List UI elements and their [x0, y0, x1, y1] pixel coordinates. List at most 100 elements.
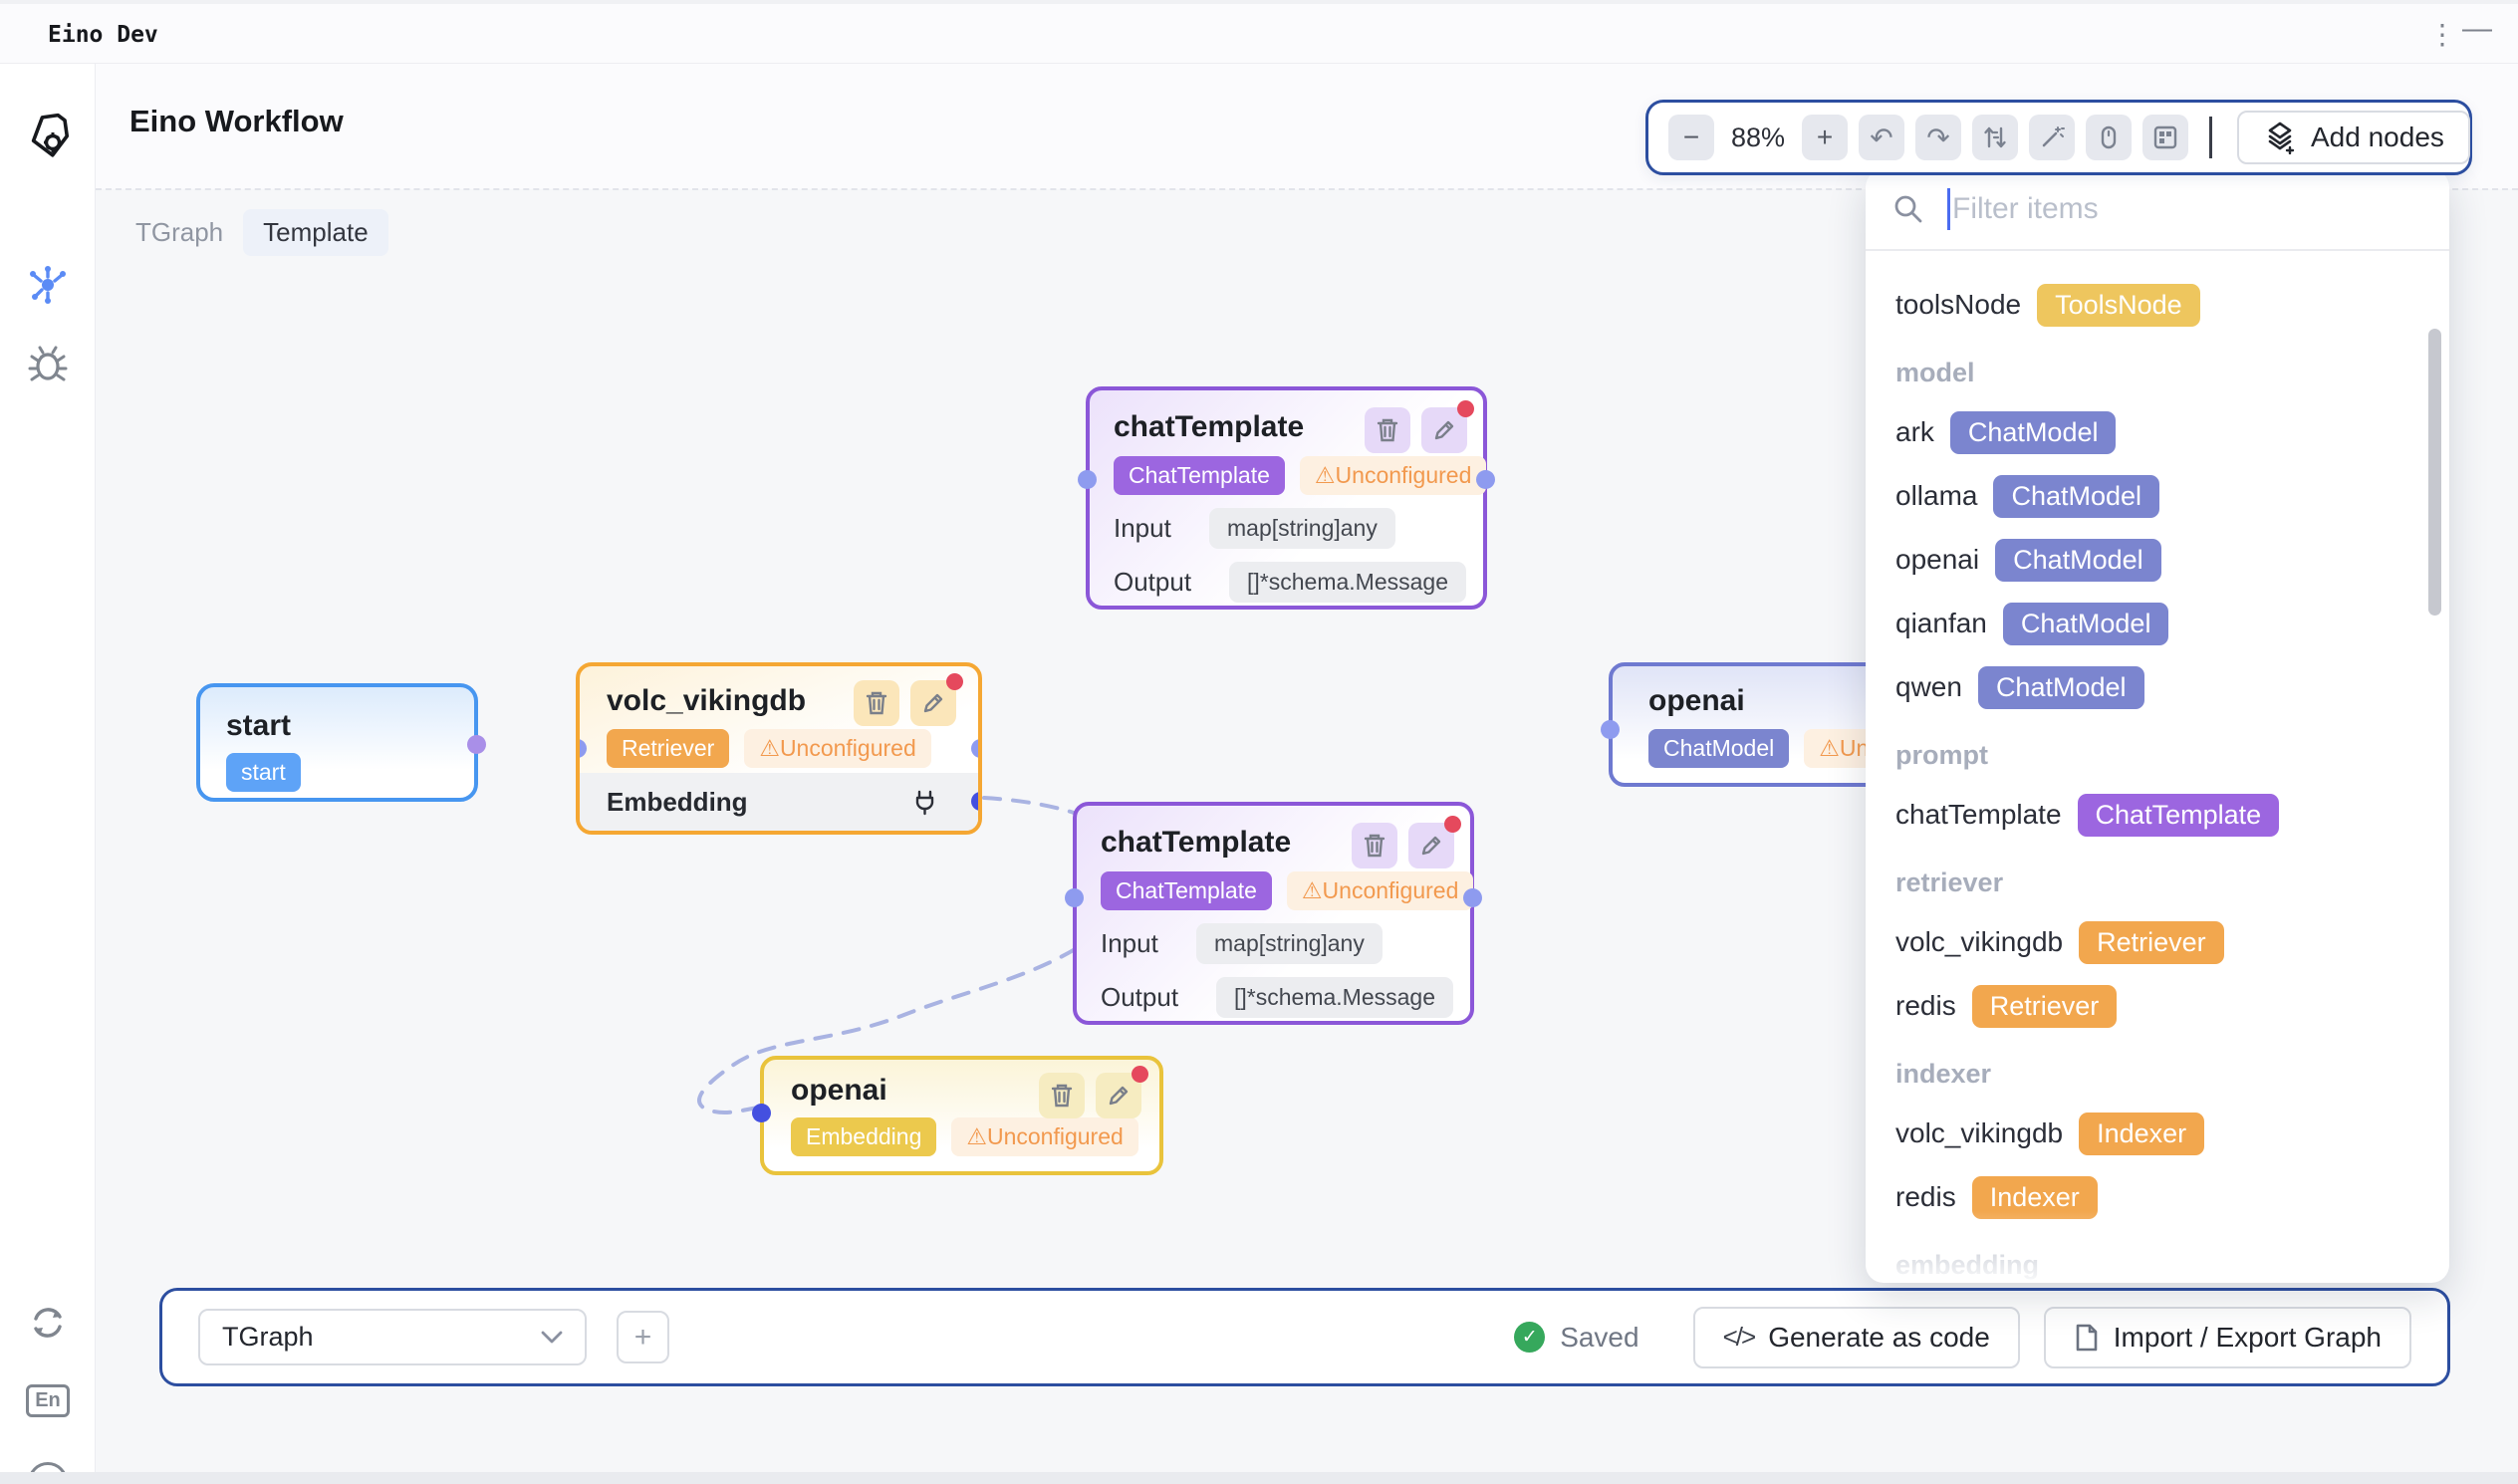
- edit-node-button[interactable]: [910, 680, 956, 726]
- plus-icon: +: [1817, 122, 1833, 153]
- refresh-button[interactable]: [0, 1297, 96, 1349]
- magic-wand-button[interactable]: [2029, 115, 2075, 160]
- auto-layout-button[interactable]: [1972, 115, 2018, 160]
- node-type-badge: Embedding: [791, 1117, 936, 1156]
- embedding-slot-row[interactable]: Embedding: [580, 773, 978, 831]
- plug-icon: [911, 789, 938, 816]
- warning-icon: ⚠: [1819, 735, 1840, 761]
- undo-button[interactable]: ↶: [1859, 115, 1904, 160]
- delete-node-button[interactable]: [1039, 1073, 1085, 1118]
- code-icon: </>: [1723, 1322, 1755, 1353]
- status-badge: ⚠Unconfigured: [951, 1117, 1137, 1156]
- output-port[interactable]: [467, 735, 486, 754]
- type-badge: ChatModel: [1950, 411, 2117, 454]
- left-sidebar: En ?: [0, 64, 96, 1472]
- input-port[interactable]: [1078, 470, 1097, 489]
- embedding-input-port[interactable]: [752, 1104, 771, 1122]
- panel-scrollbar-thumb[interactable]: [2428, 329, 2441, 616]
- sidebar-item-workflow[interactable]: [0, 259, 96, 311]
- output-port[interactable]: [1463, 888, 1482, 907]
- node-chattemplate-1[interactable]: chatTemplate ChatTemplate ⚠Unconfigured …: [1086, 386, 1487, 610]
- trash-icon: [1050, 1083, 1074, 1109]
- zoom-in-button[interactable]: +: [1802, 115, 1848, 160]
- app-logo[interactable]: [0, 104, 96, 167]
- chevron-down-icon: [541, 1331, 563, 1345]
- node-type-badge: ChatModel: [1648, 729, 1789, 768]
- node-type-badge: ChatTemplate: [1114, 456, 1285, 495]
- add-node-item-volcvikingdb-retriever[interactable]: volc_vikingdb Retriever: [1895, 910, 2449, 974]
- sort-layout-icon: [1982, 124, 2008, 150]
- edit-node-button[interactable]: [1096, 1073, 1141, 1118]
- input-label: Input: [1101, 928, 1196, 959]
- window-minimize-icon[interactable]: —: [2462, 12, 2492, 46]
- import-export-button[interactable]: Import / Export Graph: [2044, 1307, 2411, 1368]
- edit-node-button[interactable]: [1408, 823, 1454, 868]
- type-badge: ChatTemplate: [2078, 794, 2280, 837]
- page-title: Eino Workflow: [129, 104, 344, 139]
- add-node-item-toolsnode[interactable]: toolsNode ToolsNode: [1895, 273, 2449, 337]
- file-icon: [2074, 1323, 2100, 1353]
- group-header-retriever: retriever: [1895, 847, 2449, 910]
- mouse-mode-button[interactable]: [2086, 115, 2132, 160]
- add-node-item-chattemplate[interactable]: chatTemplate ChatTemplate: [1895, 783, 2449, 847]
- output-label: Output: [1114, 567, 1229, 598]
- output-port[interactable]: [1476, 470, 1495, 489]
- group-header-indexer: indexer: [1895, 1038, 2449, 1102]
- trash-icon: [1363, 833, 1386, 859]
- filter-row: [1866, 169, 2449, 251]
- add-node-item-volcvikingdb-indexer[interactable]: volc_vikingdb Indexer: [1895, 1102, 2449, 1165]
- pencil-icon: [1107, 1084, 1131, 1108]
- add-node-item-redis-retriever[interactable]: redis Retriever: [1895, 974, 2449, 1038]
- node-chattemplate-2[interactable]: chatTemplate ChatTemplate ⚠Unconfigured …: [1073, 802, 1474, 1025]
- bug-icon: [26, 341, 70, 384]
- delete-node-button[interactable]: [854, 680, 899, 726]
- add-node-item-ark-chatmodel[interactable]: ark ChatModel: [1895, 400, 2449, 464]
- layers-plus-icon: [2263, 121, 2297, 154]
- status-badge: ⚠Unconfigured: [1300, 456, 1486, 495]
- output-type: []*schema.Message: [1229, 562, 1466, 603]
- output-label: Output: [1101, 982, 1216, 1013]
- add-node-item-openai-chatmodel[interactable]: openai ChatModel: [1895, 528, 2449, 592]
- input-port[interactable]: [1065, 888, 1084, 907]
- unsaved-indicator-dot: [1457, 400, 1474, 417]
- refresh-icon: [26, 1301, 70, 1345]
- node-start[interactable]: start start: [196, 683, 478, 802]
- type-badge: ChatModel: [2003, 603, 2169, 645]
- unsaved-indicator-dot: [946, 673, 963, 690]
- add-node-item-qwen-chatmodel[interactable]: qwen ChatModel: [1895, 655, 2449, 719]
- mouse-icon: [2096, 124, 2122, 150]
- minimap-button[interactable]: [2142, 115, 2188, 160]
- add-node-item-qianfan-chatmodel[interactable]: qianfan ChatModel: [1895, 592, 2449, 655]
- language-button[interactable]: En: [0, 1374, 96, 1426]
- graph-select[interactable]: TGraph: [198, 1309, 587, 1365]
- magic-wand-icon: [2039, 124, 2065, 150]
- add-graph-button[interactable]: +: [617, 1311, 669, 1363]
- plus-icon: +: [634, 1321, 652, 1355]
- minimap-icon: [2152, 124, 2178, 150]
- redo-button[interactable]: ↷: [1915, 115, 1961, 160]
- warning-icon: ⚠: [1315, 462, 1336, 488]
- tab-template[interactable]: Template: [243, 209, 388, 256]
- sidebar-item-debug[interactable]: [0, 337, 96, 388]
- type-badge: Retriever: [1972, 985, 2118, 1028]
- node-volc-vikingdb[interactable]: volc_vikingdb Retriever ⚠Unconfigured Em…: [576, 662, 982, 835]
- node-type-list[interactable]: toolsNode ToolsNode model ark ChatModel …: [1866, 251, 2449, 1281]
- add-nodes-button[interactable]: Add nodes: [2237, 111, 2470, 164]
- node-openai-embedding[interactable]: openai Embedding ⚠Unconfigured: [760, 1056, 1163, 1175]
- undo-icon: ↶: [1870, 122, 1892, 154]
- canvas-toolbar: − 88% + ↶ ↷: [1645, 100, 2472, 175]
- zoom-out-button[interactable]: −: [1668, 115, 1714, 160]
- node-title: start: [226, 709, 474, 743]
- delete-node-button[interactable]: [1365, 407, 1410, 453]
- tag-gear-logo-icon: [23, 111, 73, 160]
- filter-input[interactable]: [1952, 192, 2371, 226]
- trash-icon: [1376, 417, 1399, 443]
- tab-tgraph[interactable]: TGraph: [135, 209, 223, 256]
- input-port[interactable]: [1601, 720, 1620, 739]
- edit-node-button[interactable]: [1421, 407, 1467, 453]
- node-type-badge: start: [226, 753, 301, 792]
- delete-node-button[interactable]: [1352, 823, 1397, 868]
- add-node-item-ollama-chatmodel[interactable]: ollama ChatModel: [1895, 464, 2449, 528]
- generate-code-button[interactable]: </> Generate as code: [1693, 1307, 2020, 1368]
- window-menu-icon[interactable]: ⋮: [2428, 18, 2456, 51]
